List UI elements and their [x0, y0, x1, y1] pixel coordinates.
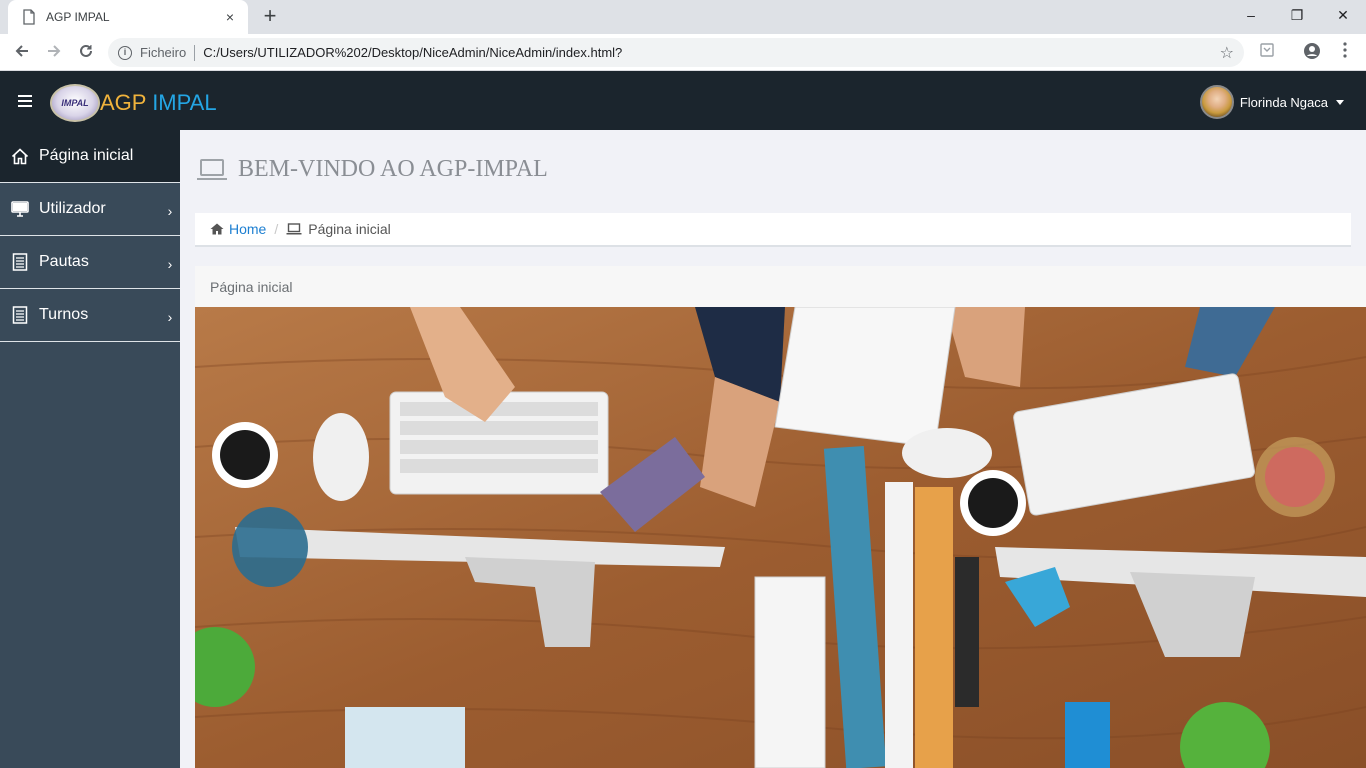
avatar [1199, 85, 1234, 119]
brand-part-agp: AGP [100, 90, 147, 115]
home-icon [10, 147, 30, 165]
browser-tabstrip: AGP IMPAL × + – ❐ ✕ [0, 0, 1366, 34]
main-content: BEM-VINDO AO AGP-IMPAL Home / Página ini… [180, 130, 1366, 768]
extension-icon[interactable] [1257, 42, 1277, 62]
office-desk-illustration [195, 307, 1366, 768]
user-menu[interactable]: Florinda Ngaca [1199, 85, 1344, 119]
sidebar-item-label: Utilizador [39, 200, 106, 217]
sidebar-item-utilizador[interactable]: Utilizador › [0, 183, 180, 236]
tab-close-icon[interactable]: × [222, 9, 238, 25]
reload-icon[interactable] [73, 40, 99, 66]
breadcrumb: Home / Página inicial [195, 213, 1351, 247]
minimize-button[interactable]: – [1228, 0, 1274, 30]
document-icon [10, 306, 30, 324]
logo-text: IMPAL [61, 98, 89, 108]
forward-arrow-icon[interactable] [41, 40, 67, 66]
bookmark-star-icon[interactable]: ☆ [1220, 43, 1234, 63]
breadcrumb-home-link[interactable]: Home [229, 221, 266, 237]
sidebar-item-label: Pautas [39, 253, 89, 270]
maximize-button[interactable]: ❐ [1274, 0, 1320, 30]
sidebar-item-label: Turnos [39, 306, 89, 323]
browser-tab[interactable]: AGP IMPAL × [8, 0, 248, 34]
caret-down-icon [1336, 99, 1344, 105]
profile-icon[interactable] [1302, 42, 1322, 62]
panel-heading: Página inicial [210, 278, 293, 295]
breadcrumb-separator: / [274, 221, 279, 237]
sidebar-item-turnos[interactable]: Turnos › [0, 289, 180, 342]
page-title-text: BEM-VINDO AO AGP-IMPAL [238, 156, 548, 182]
brand-part-impal: IMPAL [152, 90, 217, 115]
sidebar-item-pautas[interactable]: Pautas › [0, 236, 180, 289]
sidebar: Página inicial Utilizador › Pautas › Tur… [0, 130, 180, 768]
address-bar[interactable]: i Ficheiro C:/Users/UTILIZADOR%202/Deskt… [108, 38, 1244, 67]
user-name: Florinda Ngaca [1239, 94, 1328, 110]
home-icon [210, 223, 224, 235]
chevron-right-icon: › [167, 203, 173, 219]
tab-title: AGP IMPAL [46, 10, 110, 24]
laptop-icon [286, 223, 302, 235]
back-arrow-icon[interactable] [9, 40, 35, 66]
hero-image [195, 307, 1366, 768]
menu-toggle-icon[interactable] [18, 95, 32, 107]
sidebar-item-pagina-inicial[interactable]: Página inicial [0, 130, 180, 183]
sidebar-item-label: Página inicial [39, 147, 134, 164]
content-panel: Página inicial [195, 266, 1366, 768]
document-icon [10, 253, 30, 271]
chevron-right-icon: › [167, 256, 173, 272]
brand-name[interactable]: AGP IMPAL [100, 90, 217, 116]
monitor-icon [10, 200, 30, 218]
breadcrumb-current: Página inicial [308, 221, 391, 237]
brand-logo: IMPAL [50, 84, 100, 122]
chevron-right-icon: › [167, 309, 173, 325]
omnibox-divider [194, 44, 196, 61]
close-window-button[interactable]: ✕ [1320, 0, 1366, 30]
laptop-icon [197, 158, 227, 180]
new-tab-button[interactable]: + [258, 5, 282, 28]
url-text[interactable]: C:/Users/UTILIZADOR%202/Desktop/NiceAdmi… [203, 45, 1219, 60]
menu-dots-icon[interactable] [1335, 42, 1355, 62]
browser-toolbar: i Ficheiro C:/Users/UTILIZADOR%202/Deskt… [0, 34, 1366, 71]
page-icon [23, 9, 35, 25]
page-title: BEM-VINDO AO AGP-IMPAL [196, 156, 548, 183]
app-header: IMPAL AGP IMPAL Florinda Ngaca [0, 71, 1366, 130]
info-icon[interactable]: i [118, 45, 132, 60]
scheme-label: Ficheiro [140, 45, 187, 60]
